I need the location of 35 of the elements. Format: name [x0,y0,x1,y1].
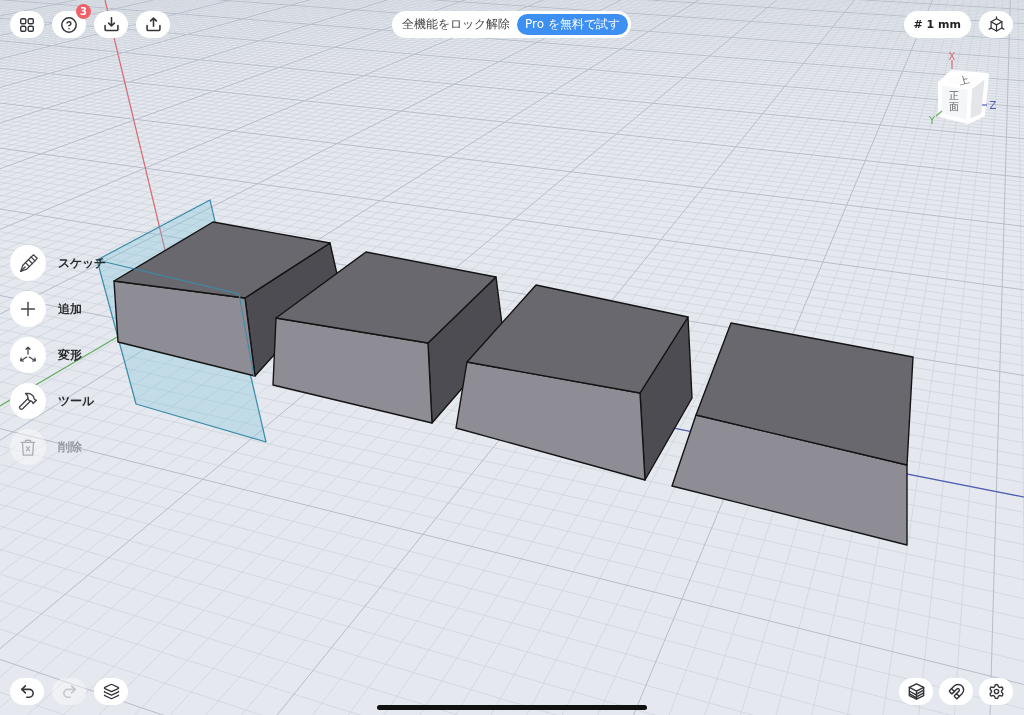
settings-button[interactable] [979,678,1013,705]
axis-label: Z [989,99,997,111]
axis-label: Y [928,114,936,126]
magnet-icon [947,683,965,700]
axis-tick [951,59,953,70]
cube-icon [987,16,1005,33]
undo-icon [18,683,36,700]
tools-button[interactable]: ツール [10,383,106,419]
pen-icon [18,253,38,273]
face-label: 上 [957,73,971,87]
grid-size-button[interactable]: # 1 mm [903,11,971,38]
move-arrows-icon [19,346,37,364]
snap-button[interactable] [939,678,973,705]
help-icon [61,16,77,33]
settings-icon [987,683,1005,700]
trash-icon [20,438,36,456]
unlock-text: 全機能をロック解除 [402,16,511,33]
download-icon [103,17,119,32]
transform-tool-button[interactable]: 変形 [10,337,106,373]
face-label: 正面 [949,90,959,112]
section-view-button[interactable] [899,678,933,705]
undo-button[interactable] [10,678,44,705]
view-cube[interactable] [938,70,989,124]
sketch-tool-button[interactable]: スケッチ [10,245,106,281]
layers-icon [102,683,120,700]
upload-icon [145,17,161,32]
layers-button[interactable] [94,678,128,705]
grid-icon [20,17,34,32]
hatched-cube-icon [907,683,925,700]
redo-icon [60,683,78,700]
axis-tick [935,110,943,117]
axis-tick [981,104,988,106]
axis-label: X [948,50,956,62]
hammer-icon [18,391,38,411]
add-tool-button[interactable]: 追加 [10,291,106,327]
